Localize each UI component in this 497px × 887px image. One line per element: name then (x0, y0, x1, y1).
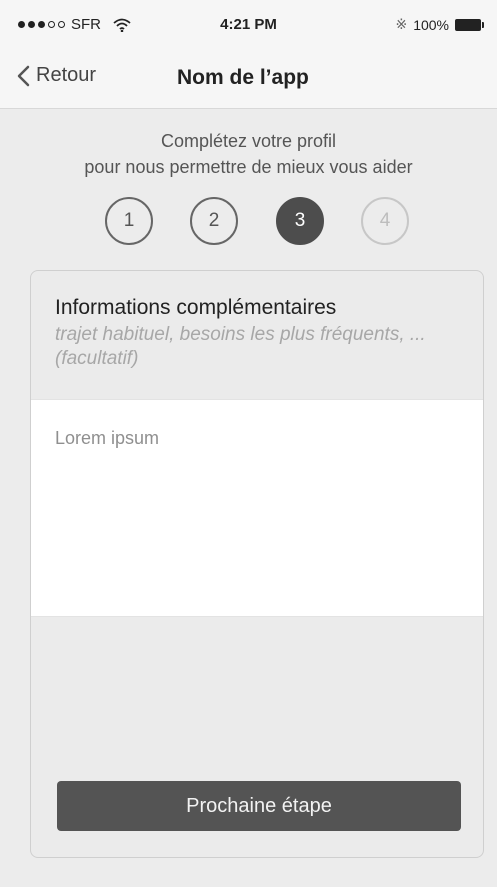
battery-icon (455, 18, 484, 31)
step-2: 2 (190, 197, 238, 245)
profile-card: Informations complémentaires trajet habi… (30, 270, 484, 858)
status-right: ※ 100% (395, 16, 484, 33)
chevron-left-icon (16, 65, 30, 87)
step-1: 1 (105, 197, 153, 245)
page-title: Nom de l’app (177, 66, 309, 89)
next-step-button[interactable]: Prochaine étape (57, 781, 461, 831)
back-button[interactable]: Retour (16, 64, 96, 87)
intro-text: Complétez votre profil pour nous permett… (0, 128, 497, 180)
battery-percentage: 100% (413, 16, 449, 33)
status-bar: SFR 4:21 PM ※ 100% (0, 0, 497, 52)
navigation-bar: Retour Nom de l’app (0, 52, 497, 109)
step-3-current: 3 (276, 197, 324, 245)
additional-info-textarea[interactable]: Lorem ipsum (31, 399, 483, 617)
back-label: Retour (36, 64, 97, 86)
card-title: Informations complémentaires (55, 296, 337, 319)
step-indicator: 1 2 3 4 (0, 197, 497, 247)
intro-line-2: pour nous permettre de mieux vous aider (84, 157, 413, 177)
intro-line-1: Complétez votre profil (160, 131, 337, 151)
bluetooth-icon: ※ (395, 16, 408, 32)
card-header: Informations complémentaires trajet habi… (55, 295, 465, 371)
card-subtitle: trajet habituel, besoins les plus fréque… (55, 324, 426, 369)
step-4: 4 (361, 197, 409, 245)
textarea-value: Lorem ipsum (55, 428, 160, 448)
app-screen: SFR 4:21 PM ※ 100% Retour Nom de l’app C… (0, 0, 497, 887)
